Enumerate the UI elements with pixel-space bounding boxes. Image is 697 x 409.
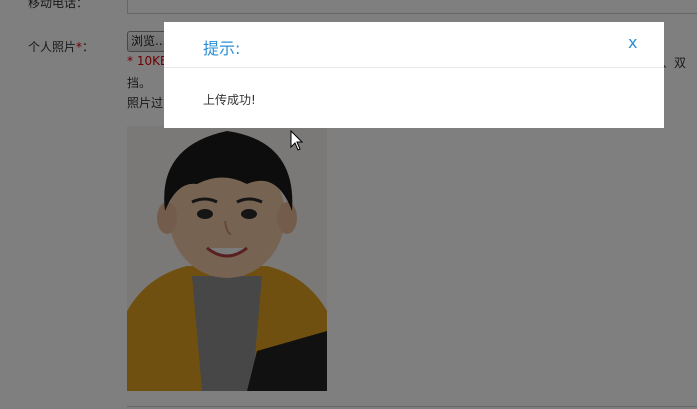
dialog-message: 上传成功! [203, 93, 256, 107]
alert-dialog: 提示: x 上传成功! [164, 22, 664, 128]
dialog-close-button[interactable]: x [628, 33, 637, 52]
dialog-title: 提示: [203, 39, 241, 58]
dialog-header: 提示: x [164, 22, 664, 68]
mouse-cursor-icon [290, 130, 304, 151]
